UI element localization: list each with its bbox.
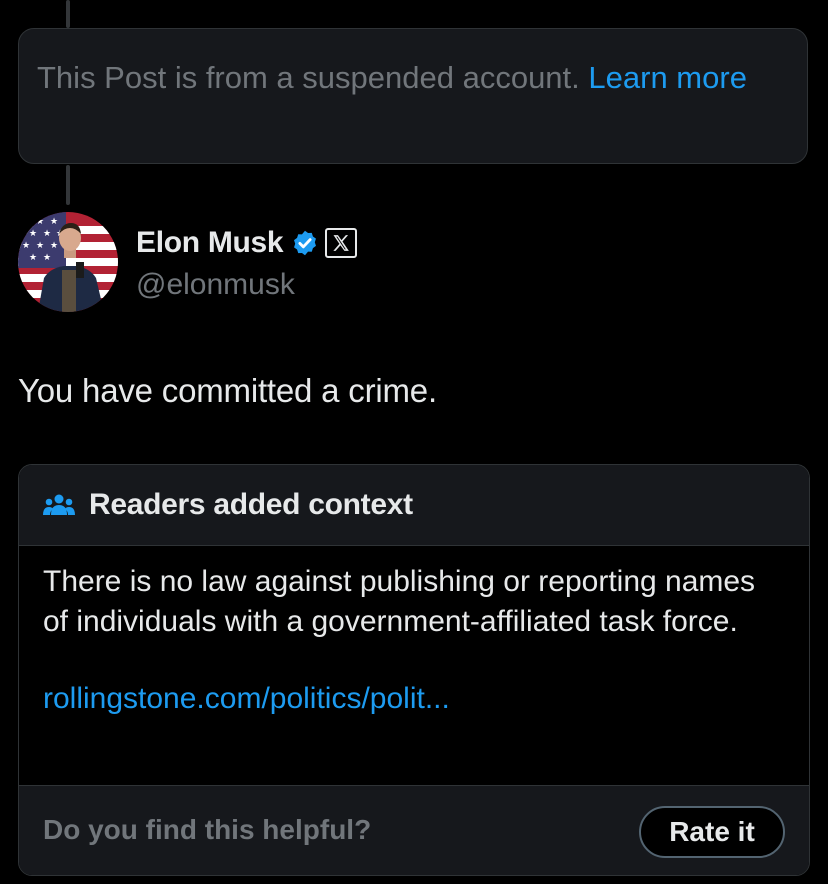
community-note-text: There is no law against publishing or re… bbox=[43, 565, 756, 638]
svg-text:★: ★ bbox=[29, 229, 37, 239]
svg-text:★: ★ bbox=[50, 241, 58, 251]
community-note-title: Readers added context bbox=[89, 488, 413, 521]
community-note-footer: Do you find this helpful? Rate it bbox=[19, 786, 809, 875]
learn-more-link[interactable]: Learn more bbox=[588, 60, 747, 95]
svg-text:★: ★ bbox=[36, 217, 44, 227]
thread-line-connector bbox=[66, 165, 70, 205]
svg-text:★: ★ bbox=[43, 253, 51, 263]
rate-it-button[interactable]: Rate it bbox=[639, 806, 785, 858]
svg-text:★: ★ bbox=[22, 241, 30, 251]
community-note-body: There is no law against publishing or re… bbox=[19, 546, 809, 786]
suspended-post-notice: This Post is from a suspended account. L… bbox=[18, 28, 808, 164]
community-note-source-link[interactable]: rollingstone.com/politics/polit... bbox=[43, 682, 450, 716]
community-note-header: Readers added context bbox=[19, 465, 809, 546]
thread-line-top bbox=[66, 0, 70, 28]
author-handle[interactable]: @elonmusk bbox=[136, 268, 295, 302]
author-name[interactable]: Elon Musk bbox=[136, 226, 284, 260]
svg-text:★: ★ bbox=[36, 241, 44, 251]
post-author: ★★★ ★★★ ★★★ ★★ Elon Musk @elonmu bbox=[18, 212, 808, 312]
verified-badge-icon[interactable] bbox=[291, 229, 319, 257]
svg-text:★: ★ bbox=[50, 217, 58, 227]
people-icon bbox=[43, 493, 75, 517]
post-text: You have committed a crime. bbox=[18, 372, 437, 409]
author-name-row: Elon Musk bbox=[136, 224, 358, 262]
svg-text:★: ★ bbox=[43, 229, 51, 239]
svg-text:★: ★ bbox=[29, 253, 37, 263]
suspended-notice-text: This Post is from a suspended account. bbox=[37, 60, 580, 95]
avatar[interactable]: ★★★ ★★★ ★★★ ★★ bbox=[18, 212, 118, 312]
svg-text:★: ★ bbox=[22, 217, 30, 227]
x-affiliation-badge-icon[interactable] bbox=[325, 228, 358, 258]
helpful-question: Do you find this helpful? bbox=[43, 814, 372, 845]
community-note-card: Readers added context There is no law ag… bbox=[18, 464, 810, 876]
